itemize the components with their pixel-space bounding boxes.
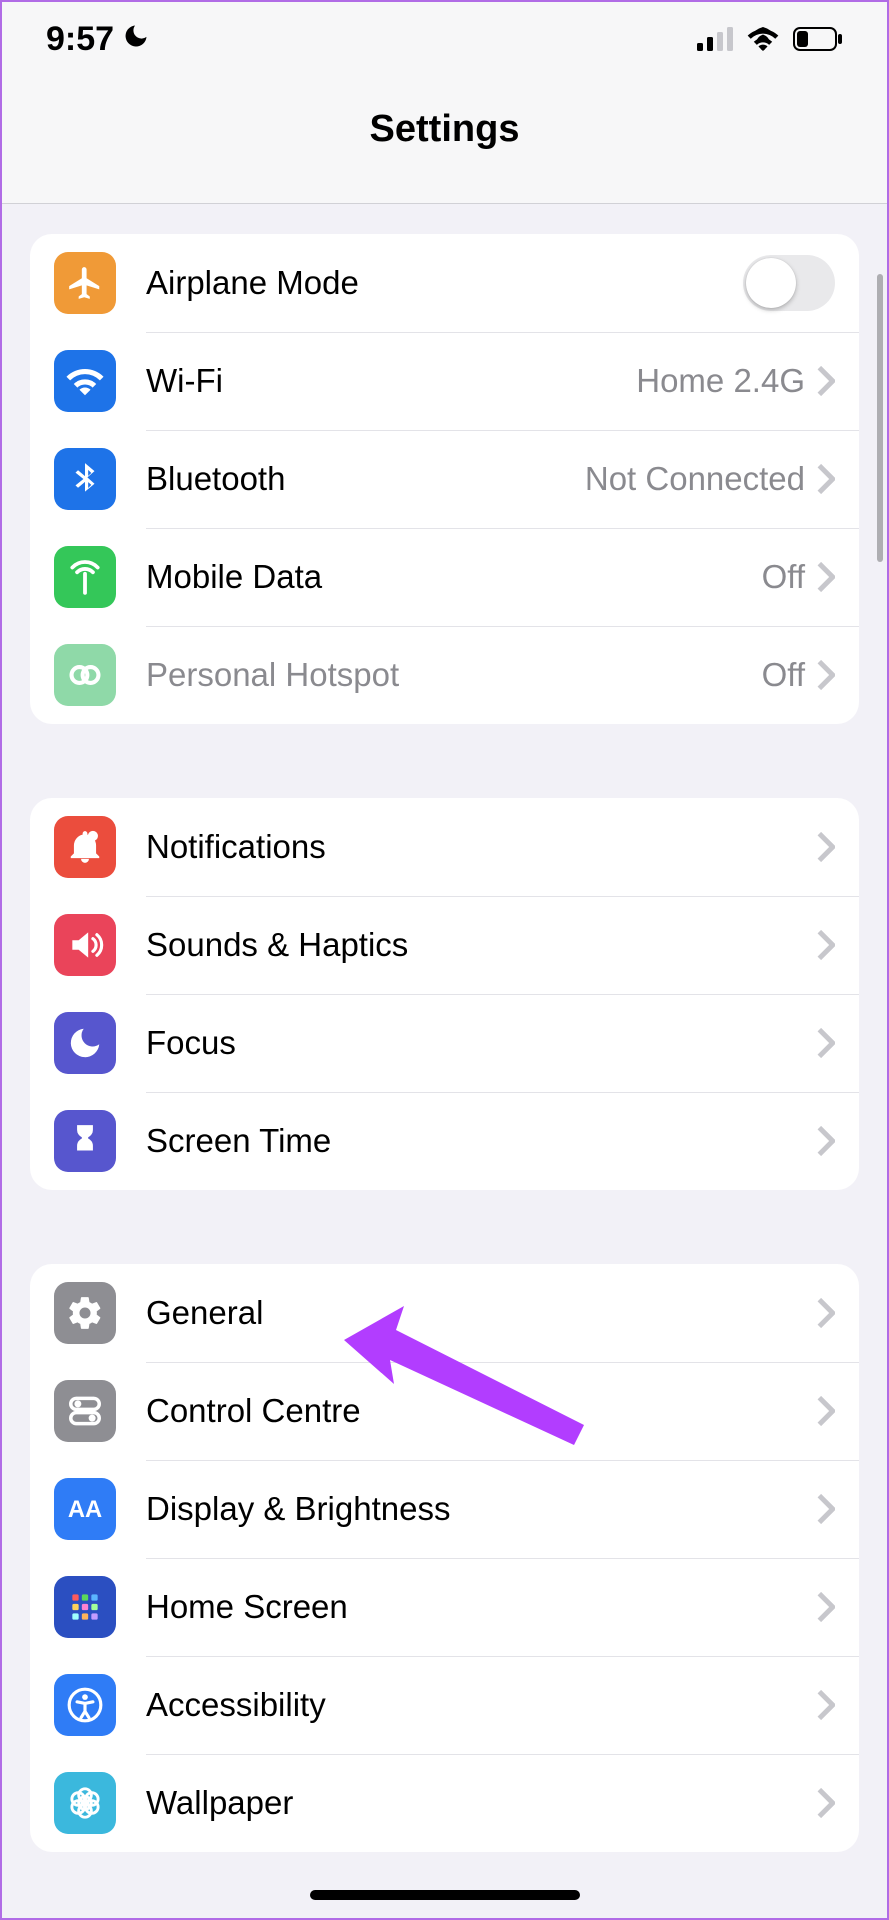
screentime-icon xyxy=(54,1110,116,1172)
wallpaper-icon xyxy=(54,1772,116,1834)
row-label: General xyxy=(146,1294,817,1332)
general-icon xyxy=(54,1282,116,1344)
row-label: Airplane Mode xyxy=(146,264,743,302)
home-indicator[interactable] xyxy=(310,1890,580,1900)
row-screen-time[interactable]: Screen Time xyxy=(30,1092,859,1190)
row-value: Off xyxy=(762,656,805,694)
dnd-moon-icon xyxy=(122,20,150,59)
row-accessibility[interactable]: Accessibility xyxy=(30,1656,859,1754)
row-focus[interactable]: Focus xyxy=(30,994,859,1092)
row-notifications[interactable]: Notifications xyxy=(30,798,859,896)
chevron-right-icon xyxy=(817,1126,835,1156)
row-label: Mobile Data xyxy=(146,558,762,596)
row-bluetooth[interactable]: Bluetooth Not Connected xyxy=(30,430,859,528)
chevron-right-icon xyxy=(817,366,835,396)
row-label: Wi-Fi xyxy=(146,362,636,400)
chevron-right-icon xyxy=(817,832,835,862)
sounds-icon xyxy=(54,914,116,976)
wifi-status-icon xyxy=(747,27,779,51)
signal-icon xyxy=(697,27,733,51)
row-mobile-data[interactable]: Mobile Data Off xyxy=(30,528,859,626)
status-time: 9:57 xyxy=(46,20,114,59)
display-icon: AA xyxy=(54,1478,116,1540)
status-left: 9:57 xyxy=(46,20,150,59)
hotspot-icon xyxy=(54,644,116,706)
chevron-right-icon xyxy=(817,1298,835,1328)
row-label: Notifications xyxy=(146,828,817,866)
control-centre-icon xyxy=(54,1380,116,1442)
airplane-icon xyxy=(54,252,116,314)
row-sounds-haptics[interactable]: Sounds & Haptics xyxy=(30,896,859,994)
row-wallpaper[interactable]: Wallpaper xyxy=(30,1754,859,1852)
row-label: Focus xyxy=(146,1024,817,1062)
row-personal-hotspot[interactable]: Personal Hotspot Off xyxy=(30,626,859,724)
focus-icon xyxy=(54,1012,116,1074)
chevron-right-icon xyxy=(817,1592,835,1622)
settings-content: Airplane Mode Wi-Fi Home 2.4G Bluetooth … xyxy=(2,204,887,1852)
settings-group-device: General Control Centre AA Display & Brig… xyxy=(30,1264,859,1852)
cellular-icon xyxy=(54,546,116,608)
wifi-icon xyxy=(54,350,116,412)
row-label: Bluetooth xyxy=(146,460,585,498)
row-airplane-mode[interactable]: Airplane Mode xyxy=(30,234,859,332)
row-label: Home Screen xyxy=(146,1588,817,1626)
row-label: Display & Brightness xyxy=(146,1490,817,1528)
row-value: Home 2.4G xyxy=(636,362,805,400)
status-bar: 9:57 xyxy=(2,2,887,76)
row-display-brightness[interactable]: AA Display & Brightness xyxy=(30,1460,859,1558)
chevron-right-icon xyxy=(817,464,835,494)
chevron-right-icon xyxy=(817,1494,835,1524)
row-label: Personal Hotspot xyxy=(146,656,762,694)
chevron-right-icon xyxy=(817,562,835,592)
row-label: Control Centre xyxy=(146,1392,817,1430)
airplane-mode-toggle[interactable] xyxy=(743,255,835,311)
row-label: Accessibility xyxy=(146,1686,817,1724)
settings-group-connectivity: Airplane Mode Wi-Fi Home 2.4G Bluetooth … xyxy=(30,234,859,724)
row-label: Screen Time xyxy=(146,1122,817,1160)
chevron-right-icon xyxy=(817,930,835,960)
accessibility-icon xyxy=(54,1674,116,1736)
svg-text:AA: AA xyxy=(68,1496,102,1523)
chevron-right-icon xyxy=(817,1028,835,1058)
notifications-icon xyxy=(54,816,116,878)
row-value: Off xyxy=(762,558,805,596)
row-wifi[interactable]: Wi-Fi Home 2.4G xyxy=(30,332,859,430)
row-general[interactable]: General xyxy=(30,1264,859,1362)
bluetooth-icon xyxy=(54,448,116,510)
row-value: Not Connected xyxy=(585,460,805,498)
settings-group-notifications: Notifications Sounds & Haptics Focus Scr… xyxy=(30,798,859,1190)
chevron-right-icon xyxy=(817,660,835,690)
row-label: Wallpaper xyxy=(146,1784,817,1822)
row-control-centre[interactable]: Control Centre xyxy=(30,1362,859,1460)
homescreen-icon xyxy=(54,1576,116,1638)
navigation-bar: Settings xyxy=(2,76,887,204)
scroll-indicator[interactable] xyxy=(877,274,883,562)
battery-icon xyxy=(793,27,843,51)
row-home-screen[interactable]: Home Screen xyxy=(30,1558,859,1656)
chevron-right-icon xyxy=(817,1690,835,1720)
row-label: Sounds & Haptics xyxy=(146,926,817,964)
chevron-right-icon xyxy=(817,1396,835,1426)
page-title: Settings xyxy=(2,108,887,151)
status-right xyxy=(697,27,843,51)
chevron-right-icon xyxy=(817,1788,835,1818)
